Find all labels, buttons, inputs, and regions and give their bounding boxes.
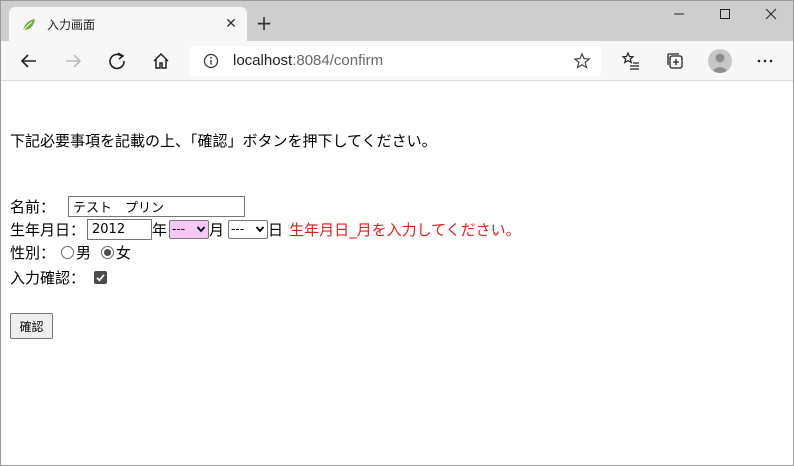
address-url[interactable]: localhost:8084/confirm xyxy=(233,52,383,69)
collections-icon[interactable] xyxy=(663,49,687,73)
gender-label: 性別： xyxy=(10,243,56,262)
chevron-down-icon xyxy=(196,226,206,233)
close-icon[interactable]: ✕ xyxy=(223,16,239,32)
year-input[interactable] xyxy=(87,218,153,240)
home-icon[interactable] xyxy=(149,49,173,73)
gender-option-male: 男 xyxy=(76,243,92,262)
day-select[interactable]: --- xyxy=(228,219,269,239)
minimize-icon[interactable] xyxy=(669,7,689,25)
check-icon xyxy=(96,273,105,282)
day-unit: 日 xyxy=(268,220,284,239)
page-content: 下記必要事項を記載の上、「確認」ボタンを押下してください。 名前： 生年月日： … xyxy=(1,82,793,465)
window-close-icon[interactable] xyxy=(761,7,781,25)
day-select-value: --- xyxy=(231,222,245,236)
chevron-down-icon xyxy=(255,226,265,233)
refresh-icon[interactable] xyxy=(105,49,129,73)
leaf-icon xyxy=(22,19,35,32)
address-host: localhost xyxy=(233,52,293,69)
browser-toolbar: localhost:8084/confirm xyxy=(1,41,793,81)
instruction-text: 下記必要事項を記載の上、「確認」ボタンを押下してください。 xyxy=(10,132,437,150)
year-unit: 年 xyxy=(152,220,168,239)
month-unit: 月 xyxy=(209,220,225,239)
name-label: 名前： xyxy=(10,197,56,216)
confirm-checkbox[interactable] xyxy=(94,270,108,284)
confirm-label: 入力確認： xyxy=(10,268,86,287)
confirm-row: 入力確認： xyxy=(10,265,108,289)
month-select-value: --- xyxy=(172,222,186,236)
gender-radio-male[interactable] xyxy=(61,245,75,259)
birthdate-row: 生年月日： 年 --- 月 --- 日 生年月日_月を入力してください。 xyxy=(10,217,521,241)
tab-title: 入力画面 xyxy=(47,18,96,32)
gender-row: 性別： 男 女 xyxy=(10,240,131,264)
browser-window: 入力画面 ✕ + localhost:8084/confirm 下記必要事項を記… xyxy=(0,0,794,466)
back-arrow-icon[interactable] xyxy=(17,49,41,73)
address-bar[interactable]: localhost:8084/confirm xyxy=(189,46,601,76)
gender-radio-female[interactable] xyxy=(101,245,115,259)
name-row: 名前： xyxy=(10,194,246,218)
info-icon[interactable] xyxy=(203,53,219,69)
name-input[interactable] xyxy=(68,195,246,217)
address-path: :8084/confirm xyxy=(292,52,384,69)
more-menu-icon[interactable] xyxy=(753,49,777,73)
confirm-submit-button[interactable]: 確認 xyxy=(10,313,53,339)
favorites-icon[interactable] xyxy=(619,49,643,73)
maximize-icon[interactable] xyxy=(715,7,735,25)
birthdate-error: 生年月日_月を入力してください。 xyxy=(289,220,521,239)
plus-icon[interactable]: + xyxy=(255,13,273,33)
profile-avatar-icon[interactable] xyxy=(708,49,732,73)
gender-option-female: 女 xyxy=(116,243,132,262)
month-select[interactable]: --- xyxy=(169,219,210,239)
forward-arrow-icon[interactable] xyxy=(61,49,85,73)
browser-tab[interactable]: 入力画面 ✕ xyxy=(9,7,247,41)
tab-strip: 入力画面 ✕ + xyxy=(1,1,793,41)
star-icon[interactable] xyxy=(573,52,591,70)
birthdate-label: 生年月日： xyxy=(10,220,86,239)
